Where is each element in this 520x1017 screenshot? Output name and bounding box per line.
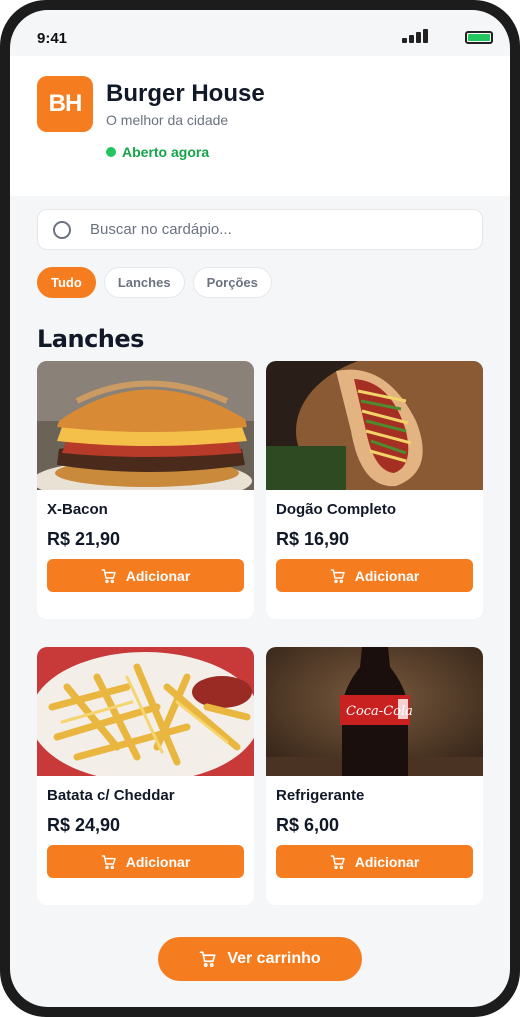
product-card[interactable]: Batata c/ Cheddar R$ 24,90 Adicionar bbox=[37, 647, 254, 905]
product-price: R$ 24,90 bbox=[47, 815, 121, 835]
restaurant-header: BH Burger House O melhor da cidade Abert… bbox=[10, 56, 510, 196]
signal-icon bbox=[402, 29, 430, 43]
cart-icon bbox=[330, 854, 345, 869]
search-input[interactable] bbox=[90, 210, 470, 249]
category-chips: Tudo Lanches Porções bbox=[37, 267, 272, 298]
view-cart-button[interactable]: Ver carrinho bbox=[158, 937, 362, 981]
product-price: R$ 6,00 bbox=[276, 815, 340, 835]
product-price: R$ 21,90 bbox=[47, 529, 121, 549]
app-screen: 9:41 BH Burger House O melhor da cidade … bbox=[10, 10, 510, 1007]
product-card[interactable]: Dogão Completo R$ 16,90 Adicionar bbox=[266, 361, 483, 619]
category-chip-tudo[interactable]: Tudo bbox=[37, 267, 96, 298]
battery-icon bbox=[465, 31, 493, 44]
product-card[interactable]: X-Bacon R$ 21,90 Adicionar bbox=[37, 361, 254, 619]
burger-photo bbox=[37, 361, 254, 490]
open-dot-icon bbox=[106, 147, 116, 157]
category-chip-lanches[interactable]: Lanches bbox=[103, 267, 185, 298]
add-to-cart-button[interactable]: Adicionar bbox=[47, 845, 244, 878]
cart-icon bbox=[330, 568, 345, 583]
soda-photo: Coca-Cola bbox=[266, 647, 483, 776]
open-status-text: Aberto agora bbox=[122, 144, 210, 160]
add-button-label: Adicionar bbox=[125, 567, 191, 584]
product-card[interactable]: Coca-Cola Refrigerante R$ 6,00 Adicionar bbox=[266, 647, 483, 905]
add-to-cart-button[interactable]: Adicionar bbox=[47, 559, 244, 592]
add-button-label: Adicionar bbox=[354, 853, 420, 870]
add-button-label: Adicionar bbox=[125, 853, 191, 870]
product-name: X-Bacon bbox=[47, 501, 108, 518]
open-status: Aberto agora bbox=[106, 144, 209, 160]
product-name: Dogão Completo bbox=[276, 501, 396, 518]
product-name: Batata c/ Cheddar bbox=[47, 787, 175, 804]
view-cart-label: Ver carrinho bbox=[227, 950, 321, 967]
status-time: 9:41 bbox=[37, 30, 68, 47]
phone-frame: 9:41 BH Burger House O melhor da cidade … bbox=[0, 0, 520, 1017]
cart-icon bbox=[101, 854, 116, 869]
restaurant-tagline: O melhor da cidade bbox=[106, 112, 229, 128]
add-to-cart-button[interactable]: Adicionar bbox=[276, 845, 473, 878]
cart-icon bbox=[199, 951, 216, 967]
search-bar[interactable] bbox=[37, 209, 483, 250]
cart-icon bbox=[101, 568, 116, 583]
add-to-cart-button[interactable]: Adicionar bbox=[276, 559, 473, 592]
add-button-label: Adicionar bbox=[354, 567, 420, 584]
restaurant-name: Burger House bbox=[106, 80, 265, 107]
category-chip-porcoes[interactable]: Porções bbox=[192, 267, 272, 298]
restaurant-logo: BH bbox=[37, 76, 93, 132]
hotdog-photo bbox=[266, 361, 483, 490]
fries-photo bbox=[37, 647, 254, 776]
status-bar: 9:41 bbox=[10, 10, 510, 56]
search-icon bbox=[53, 221, 71, 239]
section-title: Lanches bbox=[37, 325, 144, 353]
product-name: Refrigerante bbox=[276, 787, 365, 804]
product-price: R$ 16,90 bbox=[276, 529, 350, 549]
